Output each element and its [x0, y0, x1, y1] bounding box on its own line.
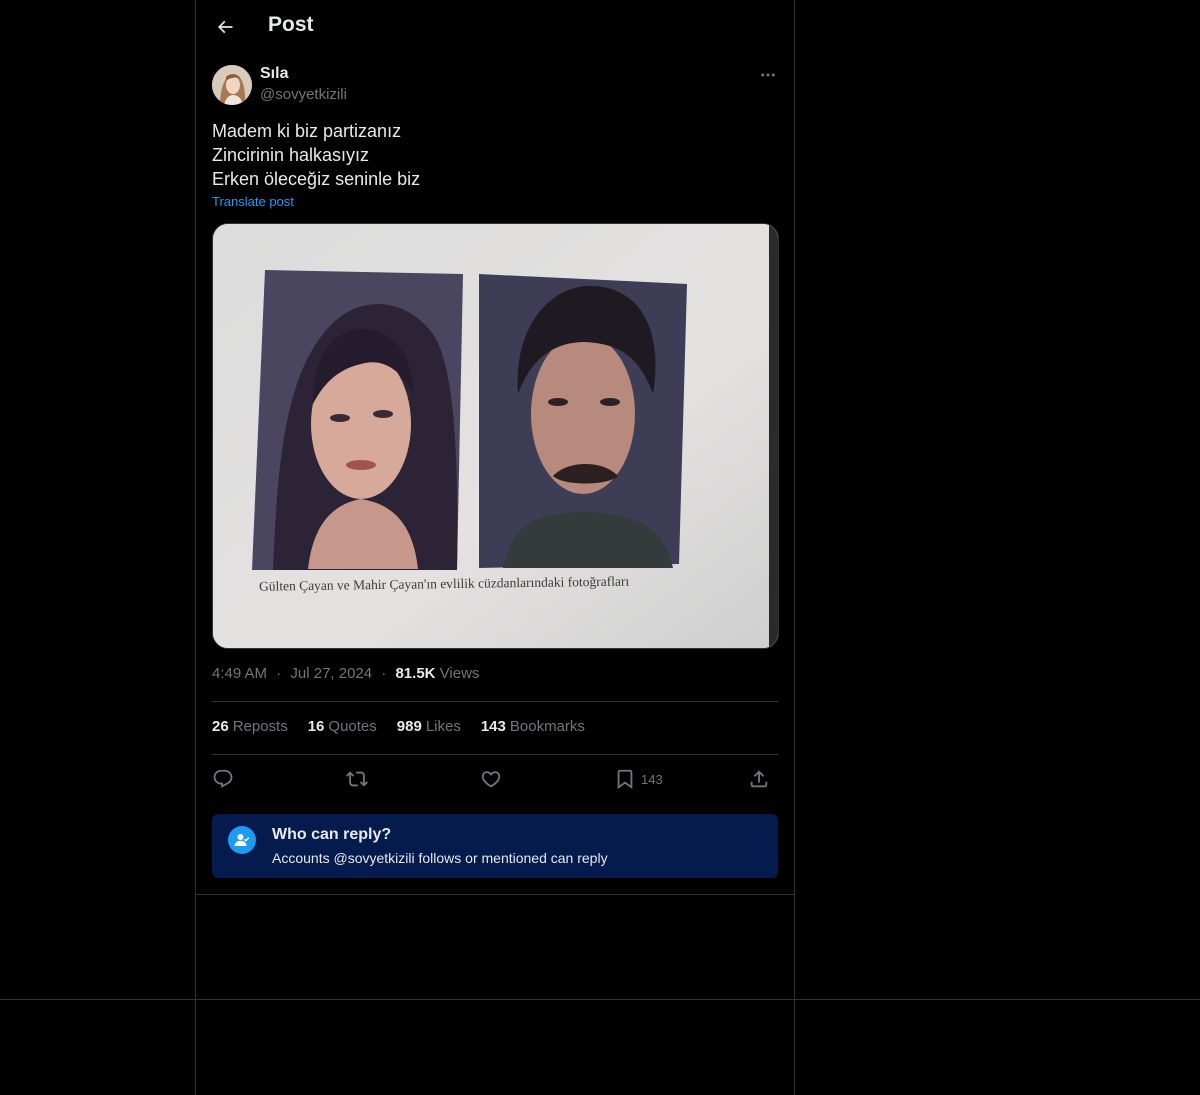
- woman-portrait: [252, 270, 463, 570]
- stat-bookmarks[interactable]: 143 Bookmarks: [481, 718, 585, 735]
- post-time[interactable]: 4:49 AM: [212, 665, 267, 682]
- photo-scan: Gülten Çayan ve Mahir Çayan'ın evlilik c…: [213, 224, 778, 648]
- repost-button[interactable]: [346, 762, 368, 796]
- more-icon: [761, 73, 775, 77]
- stat-count: 26: [212, 718, 229, 735]
- more-button[interactable]: [756, 65, 780, 85]
- arrow-left-icon: [217, 20, 233, 34]
- post-text-line: Erken öleceğiz seninle biz: [212, 169, 421, 189]
- post-image[interactable]: Gülten Çayan ve Mahir Çayan'ın evlilik c…: [212, 223, 779, 649]
- bookmark-button[interactable]: 143: [614, 762, 663, 796]
- views-count: 81.5K: [395, 665, 436, 682]
- translate-post-link[interactable]: Translate post: [212, 194, 294, 209]
- page-title: Post: [268, 13, 314, 36]
- post-text: Madem ki biz partizanız Zincirinin halka…: [212, 119, 772, 191]
- like-icon: [481, 771, 501, 788]
- avatar[interactable]: [212, 65, 252, 105]
- stat-quotes[interactable]: 16 Quotes: [308, 718, 377, 735]
- post-column: Post Sıla @sovyetkizili Madem ki biz par…: [195, 0, 795, 1095]
- avatar-image: [212, 65, 252, 105]
- who-can-reply-title: Who can reply?: [272, 826, 392, 843]
- bookmark-icon: [617, 769, 633, 790]
- repost-icon: [346, 771, 368, 787]
- stat-label: Likes: [425, 718, 461, 735]
- author-name[interactable]: Sıla: [260, 65, 288, 83]
- back-button[interactable]: [208, 10, 242, 44]
- page: Post Sıla @sovyetkizili Madem ki biz par…: [0, 0, 1200, 1095]
- post-text-line: Madem ki biz partizanız: [212, 121, 402, 141]
- like-button[interactable]: [480, 762, 502, 796]
- stat-count: 989: [396, 718, 422, 735]
- divider: [212, 701, 778, 702]
- man-portrait: [479, 274, 687, 568]
- who-can-reply-description: Accounts @sovyetkizili follows or mentio…: [272, 850, 608, 866]
- post-meta: 4:49 AM · Jul 27, 2024 · 81.5K Views: [212, 665, 479, 682]
- stat-label: Bookmarks: [509, 718, 585, 735]
- author-handle[interactable]: @sovyetkizili: [260, 86, 347, 103]
- reply-icon: [213, 769, 233, 788]
- stat-label: Reposts: [232, 718, 288, 735]
- meta-separator: ·: [381, 665, 387, 682]
- bookmark-count: 143: [641, 771, 663, 787]
- post-stats: 26 Reposts 16 Quotes 989 Likes 143 Bookmarks: [212, 718, 585, 735]
- share-button[interactable]: [748, 762, 770, 796]
- post-actions: 143: [212, 762, 778, 796]
- stat-likes[interactable]: 989 Likes: [397, 718, 461, 735]
- stat-reposts[interactable]: 26 Reposts: [212, 718, 288, 735]
- stat-count: 16: [307, 718, 325, 735]
- mention-user-icon: [228, 826, 256, 854]
- who-can-reply-notice: Who can reply? Accounts @sovyetkizili fo…: [212, 814, 778, 878]
- post-date[interactable]: Jul 27, 2024: [290, 665, 372, 682]
- post-text-line: Zincirinin halkasıyız: [212, 145, 370, 165]
- reply-button[interactable]: [212, 762, 234, 796]
- views-label: Views: [439, 665, 480, 682]
- stat-count: 143: [480, 718, 506, 735]
- divider: [196, 894, 794, 895]
- divider: [212, 754, 778, 755]
- header: Post: [196, 0, 794, 54]
- share-icon: [750, 770, 768, 788]
- stat-label: Quotes: [328, 718, 377, 735]
- meta-separator: ·: [276, 665, 282, 682]
